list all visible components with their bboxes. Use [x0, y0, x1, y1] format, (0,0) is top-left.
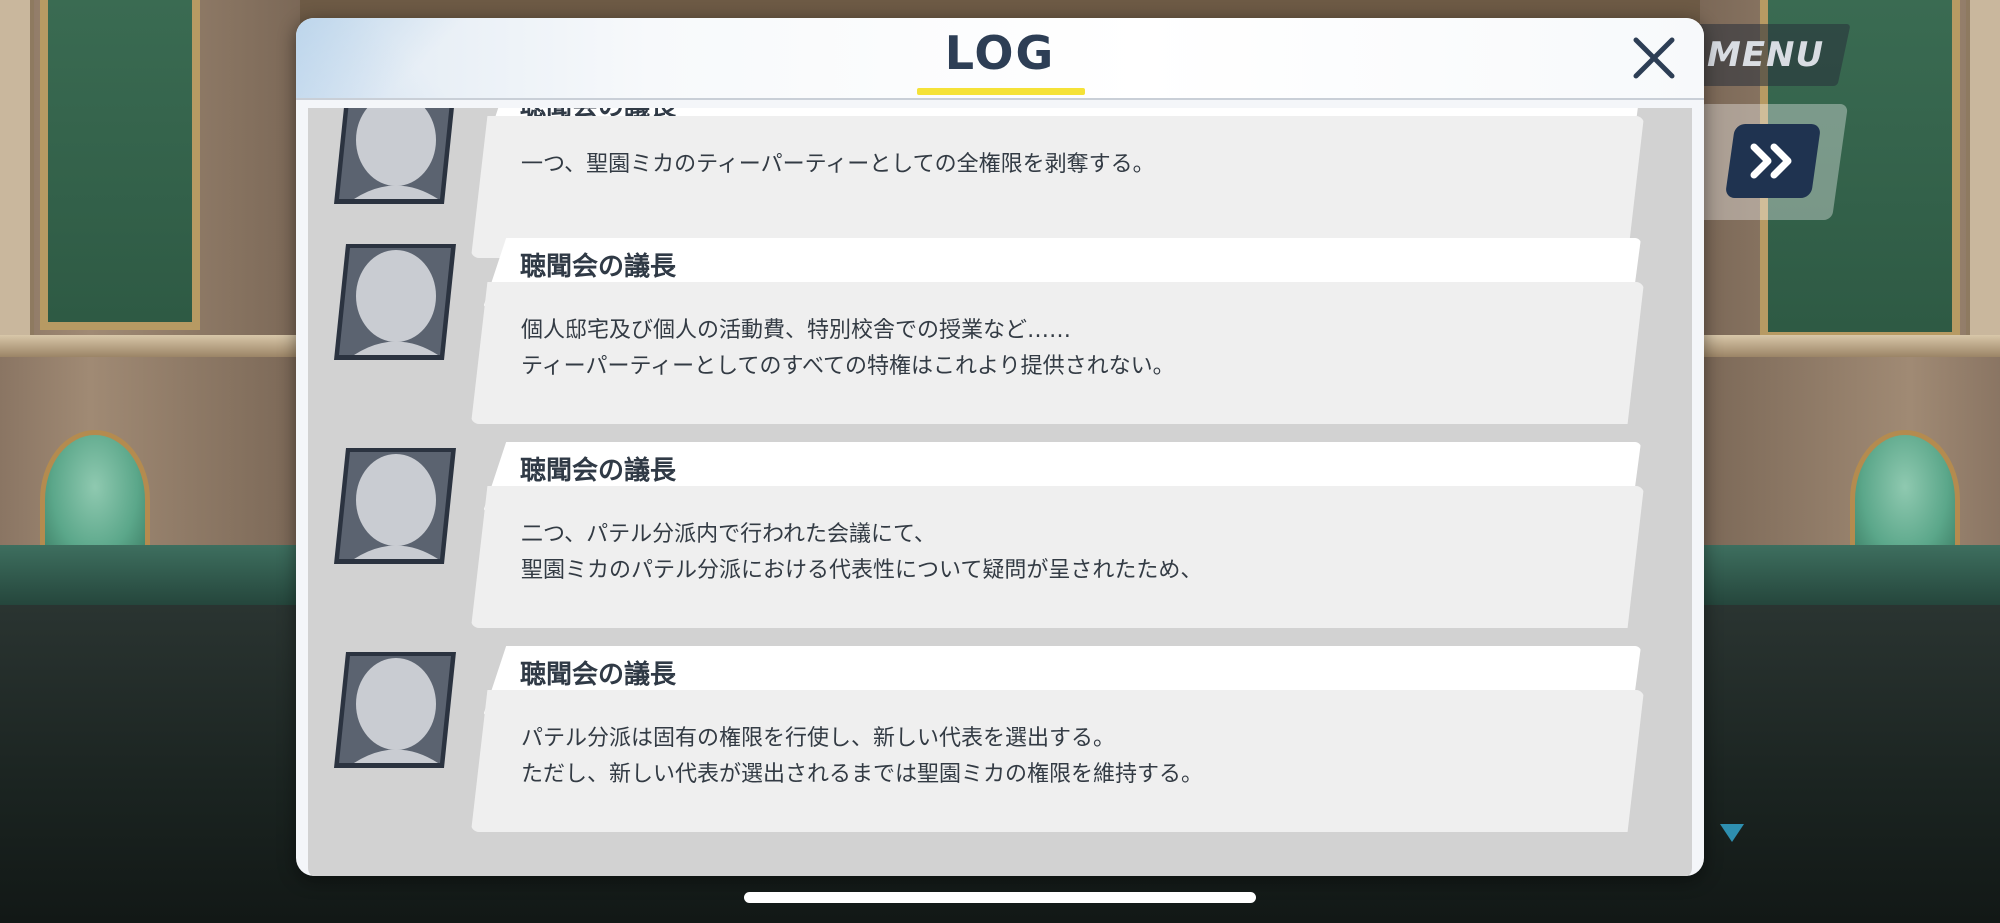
speaker-name: 聴聞会の議長	[520, 456, 677, 486]
message-line: 一つ、聖園ミカのティーパーティーとしての全権限を剥奪する。	[521, 152, 1155, 177]
log-list: 聴聞会の議長 一つ、聖園ミカのティーパーティーとしての全権限を剥奪する。 聴聞会…	[308, 108, 1692, 876]
log-entry: 聴聞会の議長 一つ、聖園ミカのティーパーティーとしての全権限を剥奪する。	[308, 108, 1692, 258]
speaker-name: 聴聞会の議長	[520, 252, 677, 282]
silhouette-avatar-icon	[334, 448, 456, 564]
speaker-name: 聴聞会の議長	[520, 660, 677, 690]
silhouette-avatar-icon	[334, 108, 454, 204]
triangle-down-icon	[1720, 824, 1744, 842]
message-line: 個人邸宅及び個人の活動費、特別校舎での授業など……	[521, 318, 1072, 343]
fast-forward-button[interactable]	[1724, 124, 1822, 198]
log-scroll-area[interactable]: 聴聞会の議長 一つ、聖園ミカのティーパーティーとしての全権限を剥奪する。 聴聞会…	[308, 108, 1692, 876]
background-green-panel-left	[40, 0, 200, 330]
silhouette-avatar-icon	[334, 652, 456, 768]
log-entry: 聴聞会の議長 パテル分派は固有の権限を行使し、新しい代表を選出する。 ただし、新…	[308, 610, 1692, 832]
log-title: LOG	[944, 26, 1056, 80]
log-dialog: LOG 聴聞会の議長	[296, 18, 1704, 876]
close-button[interactable]	[1626, 30, 1682, 86]
silhouette-avatar-icon	[334, 244, 456, 360]
title-underline	[917, 88, 1085, 95]
log-entry: 聴聞会の議長 二つ、パテル分派内で行われた会議にて、 聖園ミカのパテル分派におけ…	[308, 406, 1692, 628]
fast-forward-icon	[1750, 143, 1792, 179]
background-table-left	[0, 545, 300, 605]
menu-button-label: MENU	[1707, 35, 1825, 75]
log-entry: 聴聞会の議長 個人邸宅及び個人の活動費、特別校舎での授業など…… ティーパーティ…	[308, 202, 1692, 424]
message-line: 聖園ミカのパテル分派における代表性について疑問が呈されたため、	[521, 558, 1203, 583]
background-table-right	[1700, 545, 2000, 605]
message-line: ティーパーティーとしてのすべての特権はこれより提供されない。	[521, 354, 1175, 379]
message-line: パテル分派は固有の権限を行使し、新しい代表を選出する。	[521, 726, 1116, 751]
game-scene: MENU LOG 一つ、聖園ミカのティーパーティーとしての全権限を剥奪する。 聴…	[0, 0, 2000, 923]
log-header: LOG	[296, 18, 1704, 100]
menu-button[interactable]: MENU	[1681, 24, 1851, 86]
message-line: 二つ、パテル分派内で行われた会議にて、	[521, 522, 936, 547]
message-line: ただし、新しい代表が選出されるまでは聖園ミカの権限を維持する。	[521, 762, 1204, 787]
background-pillar-left	[0, 0, 34, 340]
home-indicator[interactable]	[744, 892, 1256, 903]
background-pillar-right	[1966, 0, 2000, 340]
close-icon	[1633, 37, 1675, 79]
